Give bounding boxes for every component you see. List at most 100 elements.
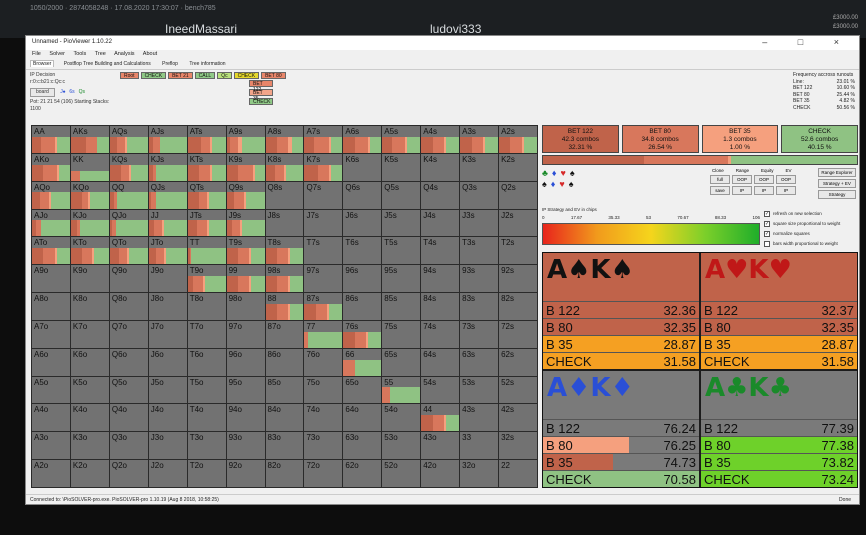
range-oop-button[interactable]: OOP — [732, 175, 752, 184]
hand-cell-74s[interactable]: 74s — [421, 320, 460, 348]
hand-cell-63o[interactable]: 63o — [343, 432, 382, 460]
menu-file[interactable]: File — [32, 51, 41, 57]
hand-cell-84s[interactable]: 84s — [421, 293, 460, 320]
action-line-button[interactable]: CALL — [194, 72, 216, 79]
hand-cell-62s[interactable]: 62s — [499, 348, 537, 376]
action-line-button[interactable]: BET 80 — [261, 72, 286, 79]
hand-cell-K7o[interactable]: K7o — [70, 320, 109, 348]
hand-cell-95o[interactable]: 95o — [226, 376, 265, 404]
hand-cell-AKs[interactable]: AKs — [70, 126, 109, 153]
hand-cell-Q7o[interactable]: Q7o — [109, 320, 148, 348]
hand-cell-AA[interactable]: AA — [32, 126, 70, 153]
hand-cell-A5s[interactable]: A5s — [382, 126, 421, 153]
hand-cell-65o[interactable]: 65o — [343, 376, 382, 404]
hand-cell-T2s[interactable]: T2s — [499, 237, 537, 265]
window-controls[interactable]: – □ × — [762, 37, 853, 47]
equity-oop-button[interactable]: OOP — [754, 175, 774, 184]
hand-cell-J9o[interactable]: J9o — [148, 265, 187, 293]
hand-cell-A3o[interactable]: A3o — [32, 432, 70, 460]
hand-cell-64o[interactable]: 64o — [343, 404, 382, 432]
hand-cell-74o[interactable]: 74o — [304, 404, 343, 432]
summary-box-bet-35[interactable]: BET 35 1.3 combos 1.00 % — [701, 125, 779, 153]
strategy-ev-button[interactable]: Strategy + EV — [818, 179, 856, 188]
hand-cell-86o[interactable]: 86o — [265, 348, 304, 376]
hand-cell-T4o[interactable]: T4o — [187, 404, 226, 432]
hand-cell-53s[interactable]: 53s — [460, 376, 499, 404]
hand-cell-83o[interactable]: 83o — [265, 432, 304, 460]
combo-panel[interactable]: A♥K♥ B 122 32.37 B 80 32.35 B 35 28.87 CHECK 31.… — [701, 253, 857, 369]
hand-cell-ATs[interactable]: ATs — [187, 126, 226, 153]
hand-cell-T3s[interactable]: T3s — [460, 237, 499, 265]
option-checkbox[interactable]: ✓ — [764, 210, 770, 217]
hand-cell-98o[interactable]: 98o — [226, 293, 265, 320]
menu-tree[interactable]: Tree — [95, 51, 106, 57]
range-explorer-button[interactable]: Range Explorer — [818, 168, 856, 177]
hand-cell-A9s[interactable]: A9s — [226, 126, 265, 153]
option-checkbox[interactable]: ✓ — [764, 220, 770, 227]
hand-cell-95s[interactable]: 95s — [382, 265, 421, 293]
hand-cell-62o[interactable]: 62o — [343, 460, 382, 487]
hand-cell-T4s[interactable]: T4s — [421, 237, 460, 265]
hand-cell-Q7s[interactable]: Q7s — [304, 181, 343, 209]
hand-cell-AQo[interactable]: AQo — [32, 181, 70, 209]
hand-cell-93o[interactable]: 93o — [226, 432, 265, 460]
combo-panel[interactable]: A♠K♠ B 122 32.36 B 80 32.35 B 35 28.87 CHECK 31.… — [543, 253, 699, 369]
hand-cell-ATo[interactable]: ATo — [32, 237, 70, 265]
hand-cell-T3o[interactable]: T3o — [187, 432, 226, 460]
hand-cell-QQ[interactable]: QQ — [109, 181, 148, 209]
hand-cell-Q8s[interactable]: Q8s — [265, 181, 304, 209]
option-row[interactable]: bars width proportional to weight — [764, 239, 840, 249]
hand-cell-63s[interactable]: 63s — [460, 348, 499, 376]
hand-cell-73s[interactable]: 73s — [460, 320, 499, 348]
hand-cell-K5o[interactable]: K5o — [70, 376, 109, 404]
hand-cell-QTo[interactable]: QTo — [109, 237, 148, 265]
option-checkbox[interactable] — [764, 240, 770, 247]
hand-cell-85o[interactable]: 85o — [265, 376, 304, 404]
option-row[interactable]: ✓ normalize squares — [764, 229, 840, 239]
hand-cell-A4s[interactable]: A4s — [421, 126, 460, 153]
hand-cell-K8o[interactable]: K8o — [70, 293, 109, 320]
hand-cell-T9o[interactable]: T9o — [187, 265, 226, 293]
hand-cell-Q4o[interactable]: Q4o — [109, 404, 148, 432]
hand-cell-K9o[interactable]: K9o — [70, 265, 109, 293]
hand-cell-A2o[interactable]: A2o — [32, 460, 70, 487]
suit-icon[interactable]: ♠ — [569, 179, 574, 189]
hand-cell-98s[interactable]: 98s — [265, 265, 304, 293]
hand-cell-T8s[interactable]: T8s — [265, 237, 304, 265]
hand-cell-KJs[interactable]: KJs — [148, 153, 187, 181]
suit-icon[interactable]: ♥ — [559, 179, 564, 189]
hand-cell-Q5s[interactable]: Q5s — [382, 181, 421, 209]
option-row[interactable]: ✓ square size proportional to weight — [764, 219, 840, 229]
hand-cell-52o[interactable]: 52o — [382, 460, 421, 487]
action-line-button[interactable]: Root — [120, 72, 139, 79]
hand-cell-A2s[interactable]: A2s — [499, 126, 537, 153]
hand-cell-Q9o[interactable]: Q9o — [109, 265, 148, 293]
hand-cell-T6s[interactable]: T6s — [343, 237, 382, 265]
hand-cell-K2s[interactable]: K2s — [499, 153, 537, 181]
hand-cell-87s[interactable]: 87s — [304, 293, 343, 320]
hand-cell-J4s[interactable]: J4s — [421, 209, 460, 237]
action-line-button[interactable]: CHECK — [140, 72, 167, 79]
hand-cell-76o[interactable]: 76o — [304, 348, 343, 376]
hand-cell-J5o[interactable]: J5o — [148, 376, 187, 404]
hand-cell-AJo[interactable]: AJo — [32, 209, 70, 237]
save-button[interactable]: save — [710, 186, 730, 195]
tab-preflop[interactable]: Preflop — [160, 61, 180, 67]
hand-cell-T2o[interactable]: T2o — [187, 460, 226, 487]
hand-cell-K5s[interactable]: K5s — [382, 153, 421, 181]
hand-cell-72s[interactable]: 72s — [499, 320, 537, 348]
hand-cell-Q6o[interactable]: Q6o — [109, 348, 148, 376]
action-line-button[interactable]: CHECK — [233, 72, 260, 79]
hand-cell-J7o[interactable]: J7o — [148, 320, 187, 348]
hand-cell-43s[interactable]: 43s — [460, 404, 499, 432]
menu-tools[interactable]: Tools — [73, 51, 86, 57]
hand-cell-Q6s[interactable]: Q6s — [343, 181, 382, 209]
hand-cell-Q8o[interactable]: Q8o — [109, 293, 148, 320]
menu-solver[interactable]: Solver — [49, 51, 65, 57]
ev-oop-button[interactable]: OOP — [776, 175, 796, 184]
hand-cell-T5o[interactable]: T5o — [187, 376, 226, 404]
hand-cell-J2o[interactable]: J2o — [148, 460, 187, 487]
summary-box-bet-122[interactable]: BET 122 42.3 combos 32.31 % — [542, 125, 619, 153]
hand-cell-97s[interactable]: 97s — [304, 265, 343, 293]
hand-cell-64s[interactable]: 64s — [421, 348, 460, 376]
